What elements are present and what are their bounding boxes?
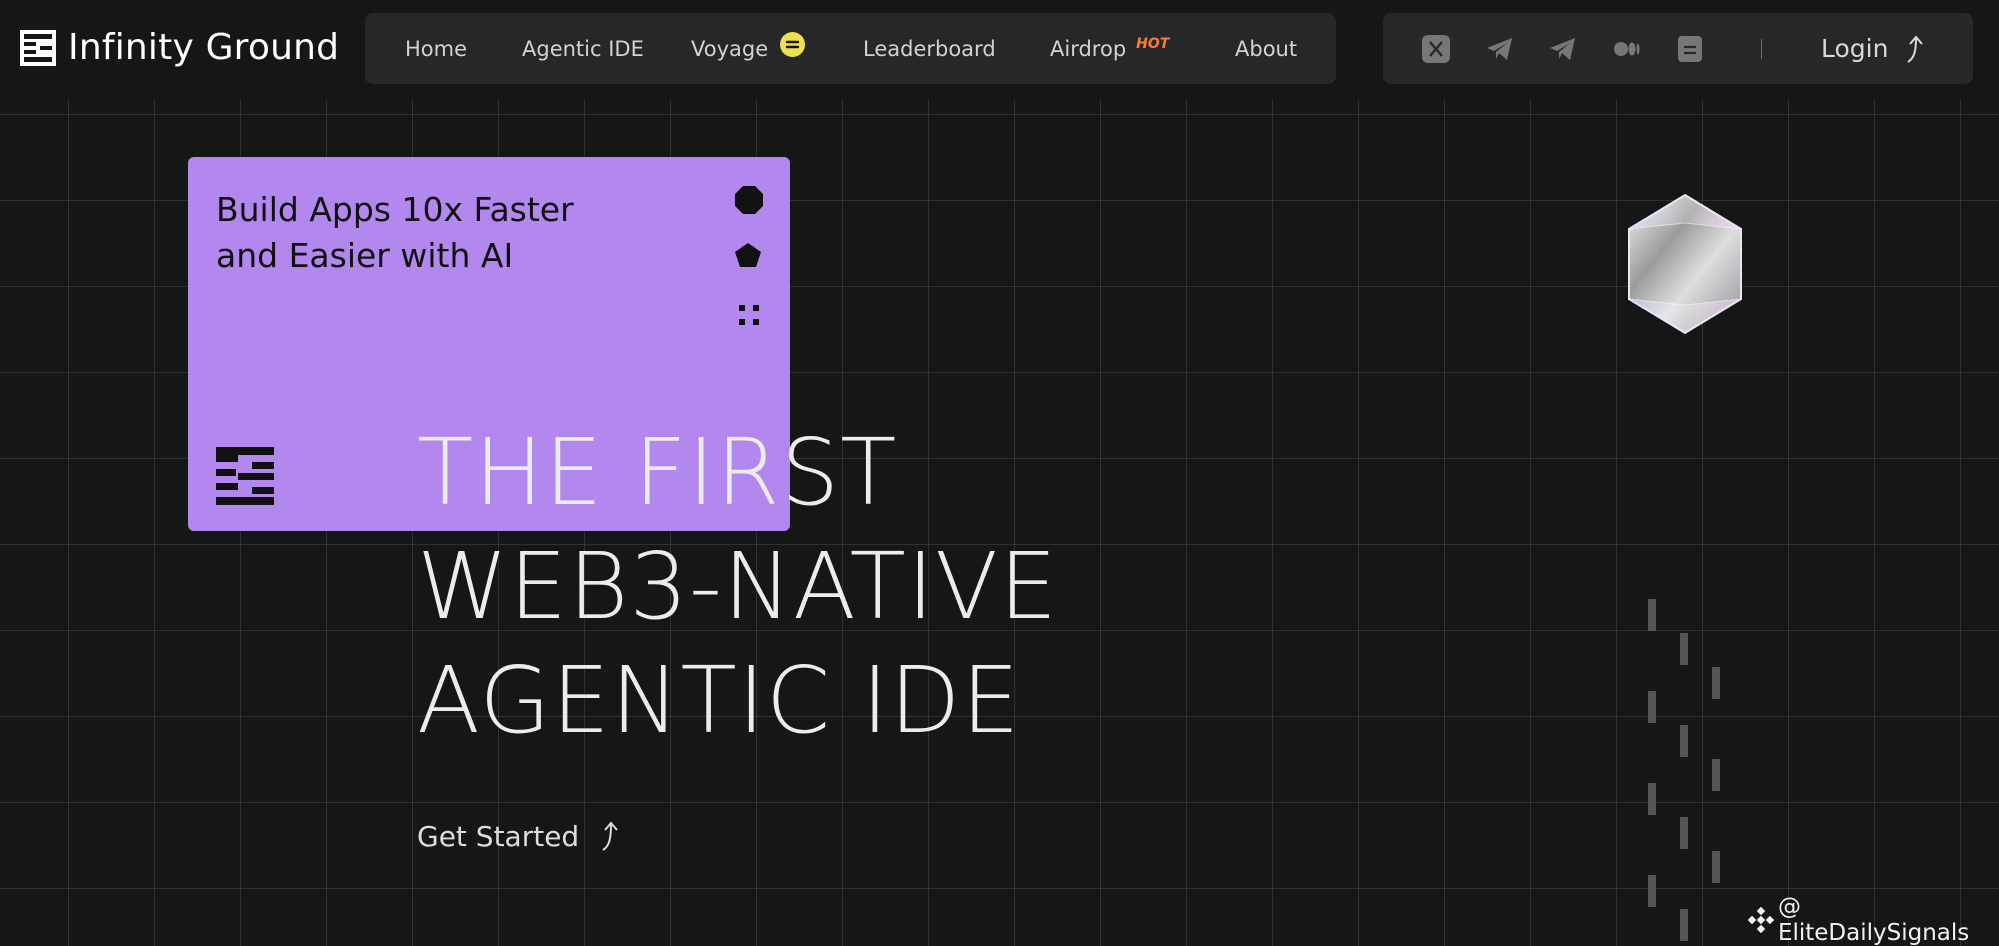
social-bar: Login [1383,13,1973,84]
nav-item-label: Agentic IDE [522,36,644,61]
watermark-text: @ EliteDailySignals [1777,894,1970,946]
login-label: Login [1821,34,1889,63]
arrow-up-curve-icon [1907,34,1924,63]
get-started-button[interactable]: Get Started [417,816,623,856]
medium-icon[interactable] [1611,34,1641,64]
infinity-ground-logo-icon [20,30,56,66]
hero-title-line-2: WEB3-NATIVE [417,533,1059,640]
hero-title-line-3: AGENTIC IDE [417,647,1021,754]
telegram-icon[interactable] [1548,34,1578,64]
brand[interactable]: Infinity Ground [20,26,339,70]
pentagon-icon [735,243,761,267]
hot-badge: HOT [1136,35,1170,52]
nav-item-airdrop[interactable]: Airdrop HOT [1050,13,1169,84]
voyage-token-icon [780,32,806,57]
nav-item-agentic-ide[interactable]: Agentic IDE [522,13,644,84]
main-nav: Home Agentic IDE Voyage Leaderboard Aird… [365,13,1336,84]
x-icon[interactable] [1421,34,1451,64]
docs-icon[interactable] [1675,34,1705,64]
glass-gem-graphic [1628,193,1742,335]
nav-item-about[interactable]: About [1235,13,1297,84]
telegram-icon[interactable] [1485,34,1515,64]
nav-item-voyage[interactable]: Voyage [691,13,806,84]
nav-item-leaderboard[interactable]: Leaderboard [863,13,996,84]
nav-item-label: Voyage [691,36,769,61]
nav-item-label: Home [405,36,468,61]
four-dots-icon [739,305,759,325]
dashed-lines-decoration [1648,599,1720,941]
hero-title-line-1: THE FIRST [417,419,898,526]
nav-item-label: Leaderboard [863,36,996,61]
watermark: @ EliteDailySignals [1748,894,1999,946]
page: Infinity Ground Home Agentic IDE Voyage … [0,0,1999,946]
nav-item-label: Airdrop [1050,36,1127,61]
brand-name: Infinity Ground [68,27,340,68]
login-button[interactable]: Login [1821,13,1928,84]
binance-icon [1748,907,1774,933]
nav-item-label: About [1235,36,1298,61]
infinity-ground-logo-icon [216,447,274,505]
divider [1761,39,1762,59]
octagon-icon [735,186,763,214]
arrow-up-curve-icon [602,821,618,851]
nav-item-home[interactable]: Home [405,13,467,84]
get-started-label: Get Started [417,819,580,853]
promo-card-title: Build Apps 10x Faster and Easier with AI [216,190,574,275]
